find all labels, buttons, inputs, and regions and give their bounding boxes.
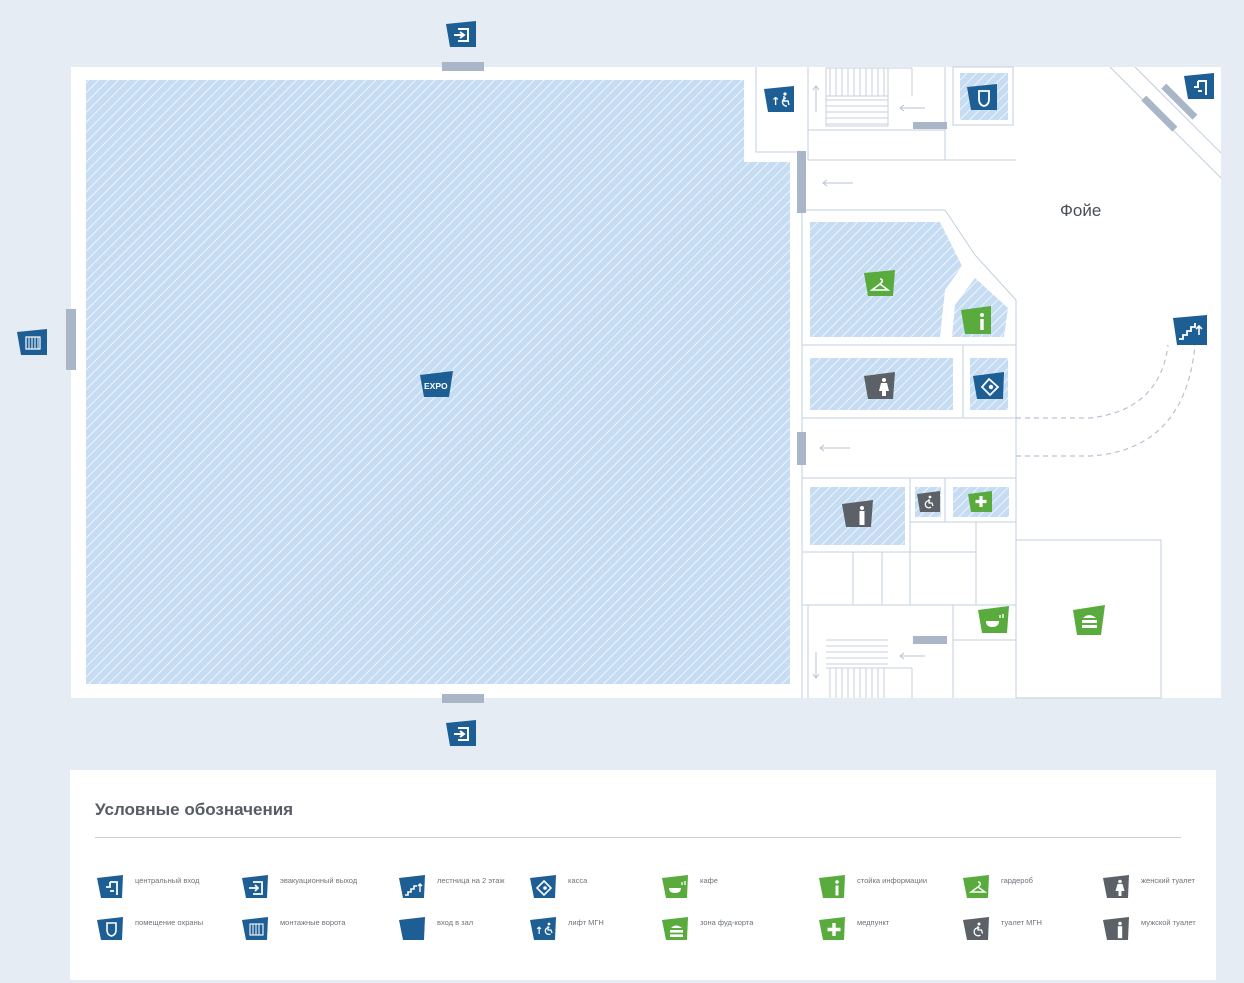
info-desk-icon <box>819 875 845 898</box>
legend-item-label: лифт МГН <box>568 918 604 927</box>
foyer-label: Фойе <box>1060 201 1102 220</box>
legend-item-label: кафе <box>700 876 718 885</box>
ticket-office-icon[interactable] <box>973 372 1004 399</box>
womens-toilet-icon[interactable] <box>864 372 895 399</box>
expo-hall-icon[interactable]: EXPO <box>420 371 453 397</box>
emergency-exit-icon[interactable] <box>446 720 476 746</box>
first-aid-icon <box>819 917 845 940</box>
central-entrance-icon <box>97 875 123 898</box>
ticket-office-icon <box>530 875 556 898</box>
accessible-lift-icon: ↑ <box>530 917 556 940</box>
cafe-icon <box>662 875 688 898</box>
accessible-lift-icon[interactable]: ↑ <box>764 86 794 112</box>
central-entrance-icon[interactable] <box>1184 73 1214 99</box>
security-room-icon <box>97 917 123 940</box>
emergency-exit-icon <box>242 875 268 898</box>
legend-item-label: лестница на 2 этаж <box>437 876 505 885</box>
legend-item-label: зона фуд-корта <box>700 918 754 927</box>
svg-text:↑: ↑ <box>771 95 780 108</box>
first-aid-icon[interactable] <box>968 491 992 512</box>
legend-item-label: монтажные ворота <box>280 918 346 927</box>
legend-item-label: мужской туалет <box>1141 918 1196 927</box>
legend-item-label: касса <box>568 876 588 885</box>
cloakroom-icon <box>963 875 989 898</box>
freight-gate-icon <box>242 917 268 940</box>
hall-entrance-icon <box>399 917 425 940</box>
womens-toilet-icon <box>1103 875 1129 898</box>
accessible-toilet-icon[interactable] <box>917 491 940 512</box>
mens-toilet-icon <box>1103 917 1129 940</box>
legend-item-label: центральный вход <box>135 876 200 885</box>
legend-item-label: гардероб <box>1001 876 1033 885</box>
accessible-toilet-icon <box>963 917 989 940</box>
legend-item-label: женский туалет <box>1141 876 1195 885</box>
legend-item-label: стойка информации <box>857 876 928 885</box>
cloakroom-icon[interactable] <box>864 270 895 296</box>
svg-text:EXPO: EXPO <box>424 381 448 391</box>
legend-title: Условные обозначения <box>95 800 294 819</box>
legend-item-label: вход в зал <box>437 918 474 927</box>
stairs-icon[interactable] <box>1173 315 1207 345</box>
emergency-exit-icon[interactable] <box>446 21 476 47</box>
mens-toilet-icon[interactable] <box>842 500 873 527</box>
cafe-icon[interactable] <box>978 606 1009 633</box>
legend-item-label: медпункт <box>857 918 890 927</box>
legend-item-label: помещение охраны <box>135 918 204 927</box>
legend-item-label: эвакуационный выход <box>280 876 358 885</box>
security-room-icon[interactable] <box>967 84 997 110</box>
legend-item-label: туалет МГН <box>1001 918 1042 927</box>
legend-divider <box>95 837 1181 838</box>
food-court-icon[interactable] <box>1073 605 1105 635</box>
svg-text:↑: ↑ <box>535 926 543 937</box>
food-court-icon <box>662 917 688 940</box>
stairs-icon <box>399 875 425 898</box>
freight-gate-icon[interactable] <box>17 329 47 355</box>
legend-panel: Условные обозначения центральный вход эва… <box>70 770 1216 980</box>
info-desk-icon[interactable] <box>961 306 991 334</box>
